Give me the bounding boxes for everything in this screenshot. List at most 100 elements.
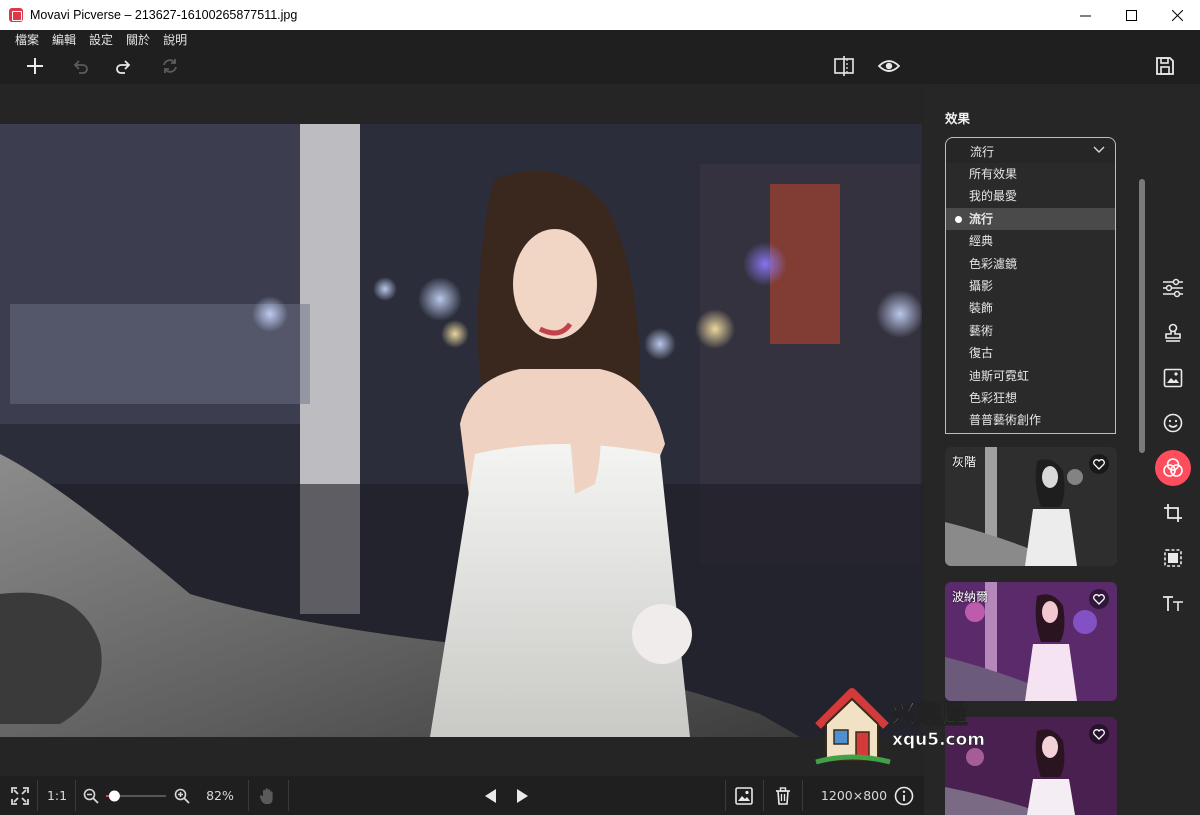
preview-button[interactable] xyxy=(876,54,902,78)
separator xyxy=(248,780,249,811)
category-option[interactable]: 攝影 xyxy=(946,275,1115,297)
tool-rail xyxy=(1149,84,1200,815)
category-option[interactable]: 復古 xyxy=(946,342,1115,364)
photo-illustration xyxy=(0,124,922,737)
retouch-tool-button[interactable] xyxy=(1155,405,1191,441)
maximize-icon xyxy=(1125,9,1137,21)
zoom-percent: 82% xyxy=(206,788,234,803)
save-button[interactable] xyxy=(1152,54,1178,78)
crop-tool-button[interactable] xyxy=(1155,495,1191,531)
effect-thumbnail-grayscale[interactable]: 灰階 xyxy=(945,447,1117,566)
watermark-title: 兴趣屋 xyxy=(889,700,969,731)
title-bar: Movavi Picverse – 213627-16100265877511.… xyxy=(0,0,1200,30)
stamp-icon xyxy=(1165,323,1181,342)
image-frame-icon xyxy=(1163,368,1183,388)
menu-about[interactable]: 關於 xyxy=(119,31,156,48)
minimize-button[interactable] xyxy=(1062,0,1108,30)
undo-icon xyxy=(73,60,88,74)
effects-tool-button[interactable] xyxy=(1155,450,1191,486)
eye-icon xyxy=(878,60,900,72)
category-option[interactable]: 迪斯可霓虹 xyxy=(946,365,1115,387)
chevron-down-icon xyxy=(1093,146,1105,153)
menu-settings[interactable]: 設定 xyxy=(82,31,119,48)
dropdown-selected-value: 流行 xyxy=(970,145,995,159)
effect-label: 灰階 xyxy=(952,455,977,469)
heart-icon xyxy=(1093,593,1105,605)
triangle-left-icon xyxy=(485,788,496,803)
photo-image[interactable] xyxy=(0,124,922,737)
redo-button[interactable] xyxy=(111,54,137,78)
info-icon xyxy=(894,786,914,805)
zoom-slider[interactable] xyxy=(104,776,168,815)
pan-tool-button[interactable] xyxy=(254,776,280,815)
set-wallpaper-button[interactable] xyxy=(731,776,757,815)
next-image-button[interactable] xyxy=(511,776,535,815)
add-button[interactable] xyxy=(22,54,48,78)
maximize-button[interactable] xyxy=(1108,0,1154,30)
category-option[interactable]: 色彩濾鏡 xyxy=(946,253,1115,275)
separator xyxy=(75,780,76,811)
effect-label: 波納爾 xyxy=(952,590,989,604)
watermark: 兴趣屋 xqu5.com xyxy=(812,686,992,766)
effect-category-dropdown[interactable]: 流行 xyxy=(945,137,1116,163)
category-option[interactable]: 流行 xyxy=(946,207,1115,231)
window-title: Movavi Picverse – 213627-16100265877511.… xyxy=(30,8,298,22)
image-dimensions: 1200×800 xyxy=(820,788,888,803)
frame-icon xyxy=(1164,549,1182,567)
fullscreen-button[interactable] xyxy=(6,776,34,815)
category-option[interactable]: 普普藝術創作 xyxy=(946,409,1115,431)
zoom-out-icon xyxy=(83,788,99,804)
category-option[interactable]: 裝飾 xyxy=(946,297,1115,319)
favorite-button[interactable] xyxy=(1089,724,1109,744)
menu-bar: 檔案 編輯 設定 關於 說明 xyxy=(0,30,1200,48)
expand-icon xyxy=(11,786,29,805)
panel-title: 效果 xyxy=(945,111,971,126)
undo-button[interactable] xyxy=(67,54,93,78)
zoom-in-icon xyxy=(174,788,190,804)
text-icon xyxy=(1163,596,1183,611)
menu-help[interactable]: 說明 xyxy=(156,31,193,48)
bottom-bar: 1:1 82% 1200×800 xyxy=(0,776,924,815)
zoom-slider-track xyxy=(106,790,166,801)
effect-thumbnail-bonnard[interactable]: 波納爾 xyxy=(945,582,1117,701)
crop-icon xyxy=(1164,504,1182,522)
menu-file[interactable]: 檔案 xyxy=(8,31,45,48)
panel-scrollbar[interactable] xyxy=(1139,179,1145,453)
zoom-slider-knob[interactable] xyxy=(108,790,120,801)
redo-icon xyxy=(116,60,131,74)
category-option[interactable]: 經典 xyxy=(946,230,1115,252)
background-tool-button[interactable] xyxy=(1155,360,1191,396)
category-option[interactable]: 色彩狂想 xyxy=(946,387,1115,409)
favorite-button[interactable] xyxy=(1089,454,1109,474)
zoom-in-button[interactable] xyxy=(172,776,192,815)
actual-size-button[interactable]: 1:1 xyxy=(42,776,72,815)
reset-button[interactable] xyxy=(157,54,183,78)
refresh-icon xyxy=(163,59,177,73)
previous-image-button[interactable] xyxy=(478,776,502,815)
separator xyxy=(802,780,803,811)
category-option[interactable]: 所有效果 xyxy=(946,163,1115,185)
image-canvas[interactable] xyxy=(0,84,924,776)
info-button[interactable] xyxy=(892,776,916,815)
compare-button[interactable] xyxy=(831,54,857,78)
category-option[interactable]: 我的最愛 xyxy=(946,185,1115,207)
stamp-tool-button[interactable] xyxy=(1155,315,1191,351)
watermark-url: xqu5.com xyxy=(892,730,986,751)
menu-edit[interactable]: 編輯 xyxy=(45,31,82,48)
close-button[interactable] xyxy=(1154,0,1200,30)
category-option[interactable]: 藝術 xyxy=(946,320,1115,342)
app-window: Movavi Picverse – 213627-16100265877511.… xyxy=(0,0,1200,815)
window-controls xyxy=(1062,0,1200,30)
heart-icon xyxy=(1093,458,1105,470)
zoom-out-button[interactable] xyxy=(82,776,100,815)
favorite-button[interactable] xyxy=(1089,589,1109,609)
triangle-right-icon xyxy=(517,788,528,803)
adjust-tool-button[interactable] xyxy=(1155,270,1191,306)
separator xyxy=(288,780,289,811)
plus-icon xyxy=(27,58,43,74)
frame-tool-button[interactable] xyxy=(1155,540,1191,576)
text-tool-button[interactable] xyxy=(1155,585,1191,621)
hand-icon xyxy=(259,787,273,804)
delete-button[interactable] xyxy=(770,776,796,815)
sliders-icon xyxy=(1163,278,1183,298)
